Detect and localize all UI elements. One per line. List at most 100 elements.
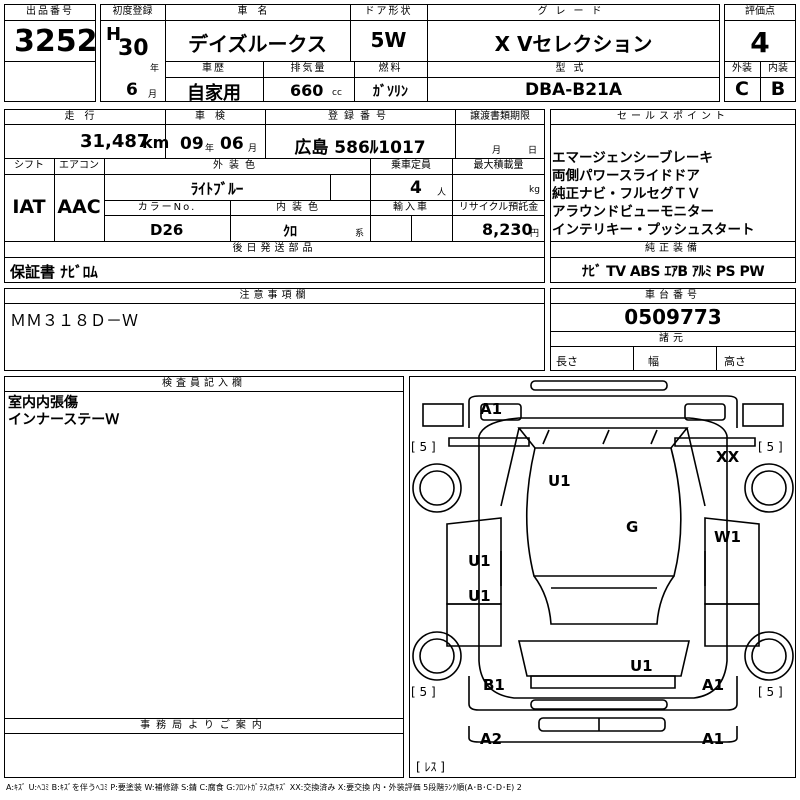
- shift-header: シフト: [14, 160, 44, 171]
- recycle-unit: 円: [530, 229, 540, 239]
- damage-mark-a2: A2: [480, 730, 503, 748]
- displacement-unit: cc: [332, 88, 342, 98]
- int-color: ｸﾛ: [283, 224, 297, 240]
- max-load-header: 最大積載量: [473, 160, 524, 171]
- genuine-equipment-header: 純正装備: [645, 243, 701, 254]
- inspector-notes: 室内内張傷 インナーステーＷ: [8, 395, 119, 429]
- damage-mark-u1-left-rear: U1: [468, 587, 491, 605]
- recycle-fee: 8,230: [482, 220, 533, 239]
- ext-color: ﾗｲﾄﾌﾞﾙｰ: [190, 180, 244, 198]
- tire-depth-rear-left: [ 5 ]: [411, 685, 436, 699]
- inspector-note: 室内内張傷: [8, 395, 78, 411]
- damage-mark-xx: XX: [716, 448, 740, 466]
- history: 自家用: [187, 83, 241, 104]
- sales-point-list: エマージェンシーブレーキ 両側パワースライドドア 純正ナビ・フルセグＴＶ アラウ…: [552, 149, 792, 239]
- lot-number: 3252: [14, 24, 98, 59]
- aircon-header: エアコン: [59, 160, 99, 171]
- reg-month: 6: [126, 80, 138, 100]
- mileage-header: 走行: [64, 111, 105, 122]
- max-load-unit: kg: [529, 185, 540, 195]
- mileage: 31,487: [80, 131, 150, 152]
- color-no: D26: [150, 221, 184, 239]
- damage-mark-u1-rear: U1: [630, 657, 653, 675]
- ext-color-header: 外装色: [213, 160, 261, 171]
- height-label: 高さ: [724, 355, 746, 368]
- int-color-unit: 系: [355, 229, 365, 239]
- sales-point-item: アラウンドビューモニター: [552, 204, 714, 220]
- sales-point-header: セールスポイント: [617, 111, 729, 122]
- mileage-unit: km: [142, 133, 170, 152]
- sales-point-item: インテリキー・プッシュスタート: [552, 222, 755, 238]
- later-parts-header: 後日発送部品: [232, 243, 317, 254]
- capacity-header: 乗車定員: [391, 160, 431, 171]
- door-type: 5W: [370, 28, 407, 52]
- inspector-header: 検査員記入欄: [162, 378, 246, 389]
- damage-legend: A:ｷｽﾞ U:ﾍｺﾐ B:ｷｽﾞを伴うﾍｺﾐ P:要塗装 W:補修跡 S:錆 …: [6, 783, 522, 792]
- damage-mark-a1-rear-right: A1: [702, 676, 725, 694]
- exterior-header: 外装: [732, 63, 752, 74]
- lot-number-header: 出品番号: [26, 6, 74, 17]
- car-name: デイズルークス: [188, 32, 327, 56]
- interior-header: 内装: [768, 63, 788, 74]
- reg-year: 30: [118, 36, 149, 61]
- import-header: 輸入車: [393, 202, 429, 213]
- genuine-equipment: ﾅﾋﾞ TV ABS ｴｱB ｱﾙﾐ PS PW: [581, 264, 765, 280]
- chassis-header: 車台番号: [645, 290, 701, 301]
- sales-point-item: 両側パワースライドドア: [552, 168, 700, 184]
- damage-mark-a1-bumper: A1: [702, 730, 725, 748]
- displacement: 660: [290, 81, 324, 100]
- score-header: 評価点: [745, 6, 775, 17]
- dimensions-header: 諸元: [659, 333, 687, 344]
- registration-header: 登録番号: [328, 111, 392, 122]
- transfer-day-unit: 日: [528, 146, 538, 156]
- inspection-month: 06: [220, 134, 244, 154]
- aircon-type: AAC: [57, 196, 101, 218]
- inspection-header: 車検: [195, 111, 235, 122]
- sales-point-item: 純正ナビ・フルセグＴＶ: [552, 186, 701, 202]
- damage-mark-g: G: [626, 518, 639, 536]
- inspection-month-unit: 月: [248, 144, 258, 154]
- history-header: 車歴: [202, 63, 226, 74]
- transfer-docs-header: 譲渡書類期限: [470, 111, 530, 122]
- inspector-note: インナーステーＷ: [8, 412, 120, 428]
- car-name-header: 車名: [237, 6, 278, 17]
- color-no-header: カラーNo.: [137, 202, 197, 213]
- door-header: ドア形状: [364, 6, 413, 17]
- notes-header: 注意事項欄: [239, 290, 310, 301]
- int-color-header: 内装色: [276, 202, 324, 213]
- grade-header: グレード: [537, 6, 610, 17]
- damage-mark-w1: W1: [714, 528, 741, 546]
- inspection-year: 09: [180, 134, 204, 154]
- damage-mark-u1-left-front: U1: [468, 552, 491, 570]
- damage-mark-b1: B1: [483, 676, 505, 694]
- recycle-header: リサイクル預託金: [458, 202, 539, 213]
- displacement-header: 排気量: [290, 63, 327, 74]
- first-registration-header: 初度登録: [112, 6, 153, 17]
- grade: X Vセレクション: [494, 32, 653, 56]
- tire-depth-front-right: [ 5 ]: [758, 440, 783, 454]
- inspection-year-unit: 年: [205, 144, 215, 154]
- tire-depth-rear-right: [ 5 ]: [758, 685, 783, 699]
- tire-depth-front-left: [ 5 ]: [411, 440, 436, 454]
- office-header: 事務局よりご案内: [140, 720, 268, 731]
- transfer-month-unit: 月: [492, 146, 502, 156]
- fuel: ｶﾞｿﾘﾝ: [373, 84, 408, 100]
- score: 4: [750, 26, 770, 59]
- reg-month-unit: 月: [148, 90, 158, 100]
- model-code: DBA-B21A: [524, 80, 623, 100]
- damage-mark-u1-roof: U1: [548, 472, 571, 490]
- car-diagram: [412, 380, 794, 743]
- exterior-grade: C: [735, 78, 749, 100]
- later-parts: 保証書 ﾅﾋﾞﾛﾑ: [10, 263, 98, 281]
- interior-grade: B: [770, 78, 786, 100]
- width-label: 幅: [648, 355, 659, 368]
- fuel-header: 燃料: [378, 63, 403, 74]
- shift-type: IAT: [12, 196, 46, 218]
- capacity-unit: 人: [437, 188, 447, 198]
- capacity: 4: [410, 178, 422, 198]
- sales-point-item: エマージェンシーブレーキ: [552, 150, 713, 166]
- chassis-number: 0509773: [624, 305, 722, 329]
- length-label: 長さ: [556, 355, 578, 368]
- spare-tire-status: [ ﾚｽ ]: [416, 760, 445, 774]
- reg-year-unit: 年: [150, 64, 160, 74]
